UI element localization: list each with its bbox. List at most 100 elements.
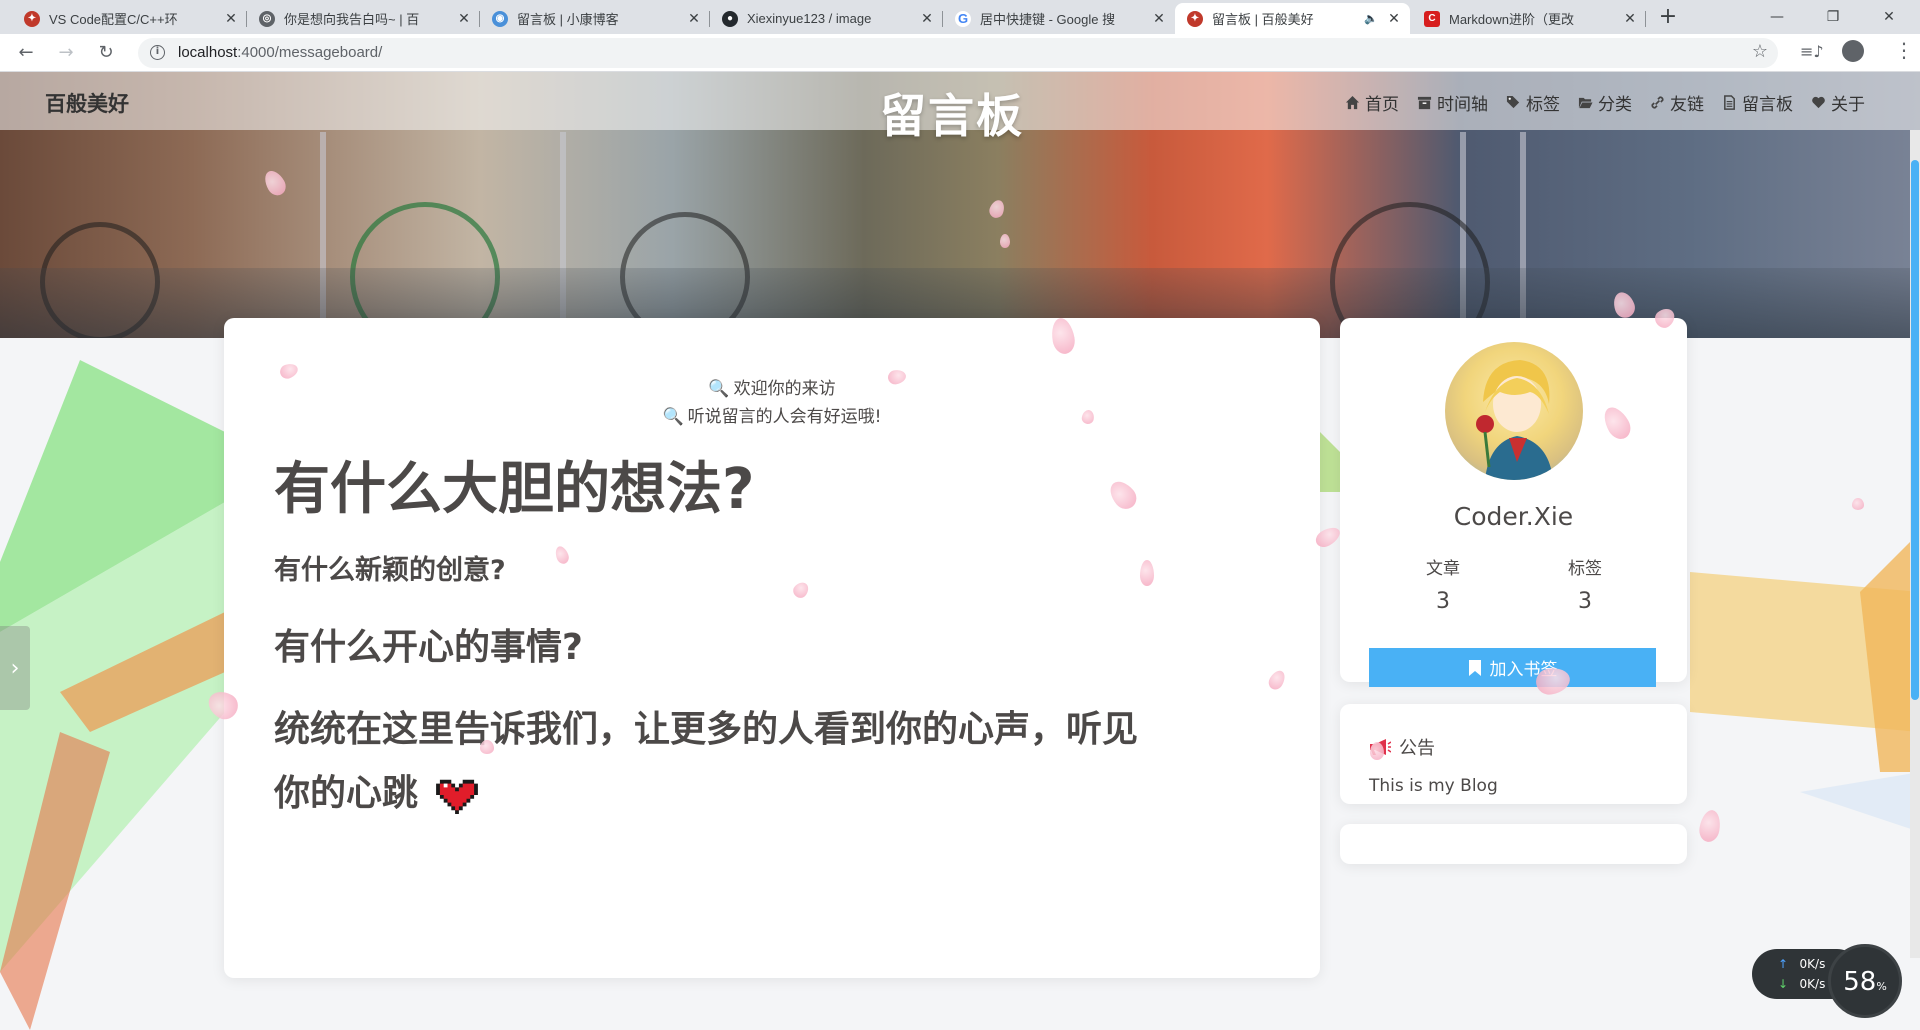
tab-close-icon[interactable]: ✕ <box>919 10 935 27</box>
stat-articles[interactable]: 文章 3 <box>1383 554 1503 614</box>
upload-arrow-icon: ↑ <box>1778 957 1789 971</box>
tab-close-icon[interactable]: ✕ <box>456 10 472 27</box>
stat-label: 文章 <box>1426 559 1460 579</box>
stat-label: 标签 <box>1568 559 1602 579</box>
cpu-usage-unit: % <box>1876 980 1887 993</box>
magnifier-icon: 🔍 <box>708 379 730 399</box>
menu-kebab-icon[interactable]: ⋮ <box>1894 38 1914 62</box>
url-text[interactable]: localhost:4000/messageboard/ <box>178 44 382 61</box>
profile-avatar-icon[interactable] <box>1842 40 1864 62</box>
menu-item-timeline[interactable]: 时间轴 <box>1417 90 1488 115</box>
network-monitor-widget[interactable]: ↑ 0K/s ↓ 0K/s 58% <box>1752 944 1902 1018</box>
download-arrow-icon: ↓ <box>1778 977 1789 991</box>
stat-tags[interactable]: 标签 3 <box>1525 554 1645 614</box>
browser-tab[interactable]: ✦ VS Code配置C/C++环 ✕ <box>12 3 247 34</box>
menu-item-home[interactable]: 首页 <box>1345 90 1399 115</box>
media-control-icon[interactable]: ≡♪ <box>1800 42 1824 61</box>
scrollbar-thumb[interactable] <box>1911 160 1919 700</box>
heart-icon <box>1812 96 1825 109</box>
minimize-button[interactable]: — <box>1754 0 1800 34</box>
message-board-card: 🔍 欢迎你的来访 🔍 听说留言的人会有好运哦! 有什么大胆的想法? 有什么新颖的创意… <box>224 318 1320 978</box>
add-bookmark-button[interactable]: 加入书签 <box>1369 648 1656 687</box>
stat-value: 3 <box>1436 589 1450 614</box>
site-navbar: 百般美好 留言板 首页 时间轴 标签 分类 友链 留言板 关于 <box>0 72 1920 143</box>
github-favicon-icon: ● <box>722 10 738 27</box>
page-scrollbar[interactable] <box>1910 130 1920 958</box>
heading-happy-things: 有什么开心的事情? <box>274 627 583 668</box>
menu-item-tags[interactable]: 标签 <box>1506 90 1560 115</box>
tab-title: 留言板 | 小康博客 <box>517 12 619 27</box>
reload-button[interactable]: ↻ <box>92 40 120 66</box>
maximize-button[interactable]: ❐ <box>1810 0 1856 34</box>
tab-favicon-icon: ◉ <box>492 10 508 27</box>
sidebar-toggle-button[interactable]: › <box>0 626 30 710</box>
tab-title: 留言板 | 百般美好 <box>1212 12 1314 27</box>
menu-item-label: 分类 <box>1598 95 1632 115</box>
tab-favicon-icon: ◎ <box>259 10 275 27</box>
tab-favicon-icon: ✦ <box>1187 10 1203 27</box>
browser-tab[interactable]: ◉ 留言板 | 小康博客 ✕ <box>480 3 710 34</box>
forward-button[interactable]: → <box>52 40 80 66</box>
next-widget-card <box>1340 824 1687 864</box>
download-speed: ↓ 0K/s <box>1778 977 1825 991</box>
pixel-heart-icon <box>435 779 478 814</box>
notice-card: 公告 This is my Blog <box>1340 704 1687 804</box>
tab-title: Markdown进阶（更改 <box>1449 12 1574 27</box>
sakura-petal <box>1370 742 1384 760</box>
sakura-petal <box>1852 498 1864 510</box>
menu-item-label: 首页 <box>1365 95 1399 115</box>
profile-card: Coder.Xie 文章 3 标签 3 加入书签 <box>1340 318 1687 732</box>
tab-close-icon[interactable]: ✕ <box>686 10 702 27</box>
site-menu: 首页 时间轴 标签 分类 友链 留言板 关于 <box>1345 90 1865 115</box>
tab-close-icon[interactable]: ✕ <box>223 10 239 27</box>
browser-tab[interactable]: ◎ 你是想向我告白吗~ | 百 ✕ <box>247 3 480 34</box>
archive-icon <box>1417 96 1432 110</box>
tab-strip: ✦ VS Code配置C/C++环 ✕ ◎ 你是想向我告白吗~ | 百 ✕ ◉ … <box>0 0 1920 34</box>
menu-item-label: 关于 <box>1831 95 1865 115</box>
avatar[interactable] <box>1445 342 1583 480</box>
tab-close-icon[interactable]: ✕ <box>1622 10 1638 27</box>
tab-title: 你是想向我告白吗~ | 百 <box>284 12 420 27</box>
tab-close-icon[interactable]: ✕ <box>1386 10 1402 27</box>
heading-heartbeat-text: 你的心跳 <box>274 773 419 814</box>
browser-tab[interactable]: C Markdown进阶（更改 ✕ <box>1412 3 1646 34</box>
upload-speed-value: 0K/s <box>1799 957 1826 971</box>
tab-separator <box>1645 11 1646 27</box>
sakura-petal <box>1000 234 1010 248</box>
upload-speed: ↑ 0K/s <box>1778 957 1825 971</box>
site-brand[interactable]: 百般美好 <box>45 88 129 118</box>
url-host: localhost <box>178 44 238 61</box>
address-bar[interactable]: i localhost:4000/messageboard/ ☆ <box>138 38 1778 68</box>
tab-close-icon[interactable]: ✕ <box>1151 10 1167 27</box>
menu-item-links[interactable]: 友链 <box>1650 90 1704 115</box>
browser-tab[interactable]: ● Xiexinyue123 / image ✕ <box>710 3 943 34</box>
browser-tab[interactable]: G 居中快捷键 - Google 搜 ✕ <box>943 3 1175 34</box>
back-button[interactable]: ← <box>12 40 40 66</box>
bookmark-icon <box>1468 659 1481 676</box>
home-icon <box>1345 95 1360 110</box>
sakura-petal <box>1140 560 1154 586</box>
stat-value: 3 <box>1578 589 1592 614</box>
tab-title: Xiexinyue123 / image <box>747 11 872 26</box>
url-path: :4000/messageboard/ <box>237 44 383 61</box>
tab-favicon-icon: C <box>1424 10 1440 27</box>
bookmark-star-icon[interactable]: ☆ <box>1752 41 1768 62</box>
menu-item-categories[interactable]: 分类 <box>1578 90 1632 115</box>
heading-bold-ideas: 有什么大胆的想法? <box>274 457 755 522</box>
download-speed-value: 0K/s <box>1799 977 1826 991</box>
welcome-text: 欢迎你的来访 <box>733 379 836 399</box>
menu-item-messageboard[interactable]: 留言板 <box>1722 90 1793 115</box>
tab-favicon-icon: ✦ <box>24 10 40 27</box>
browser-tab-active[interactable]: ✦ 留言板 | 百般美好 🔈 ✕ <box>1175 3 1410 34</box>
menu-item-about[interactable]: 关于 <box>1811 90 1865 115</box>
menu-item-label: 友链 <box>1670 95 1704 115</box>
web-page: 百般美好 留言板 首页 时间轴 标签 分类 友链 留言板 关于 🔍 欢迎你的来访… <box>0 72 1920 1030</box>
site-info-icon[interactable]: i <box>150 45 165 60</box>
file-icon <box>1724 95 1735 110</box>
speaker-icon[interactable]: 🔈 <box>1364 12 1378 25</box>
heading-creative-ideas: 有什么新颖的创意? <box>274 555 506 586</box>
new-tab-button[interactable]: + <box>1656 6 1680 30</box>
cpu-usage-value: 58 <box>1843 967 1877 997</box>
notice-title-text: 公告 <box>1399 738 1435 759</box>
close-window-button[interactable]: ✕ <box>1866 0 1912 34</box>
